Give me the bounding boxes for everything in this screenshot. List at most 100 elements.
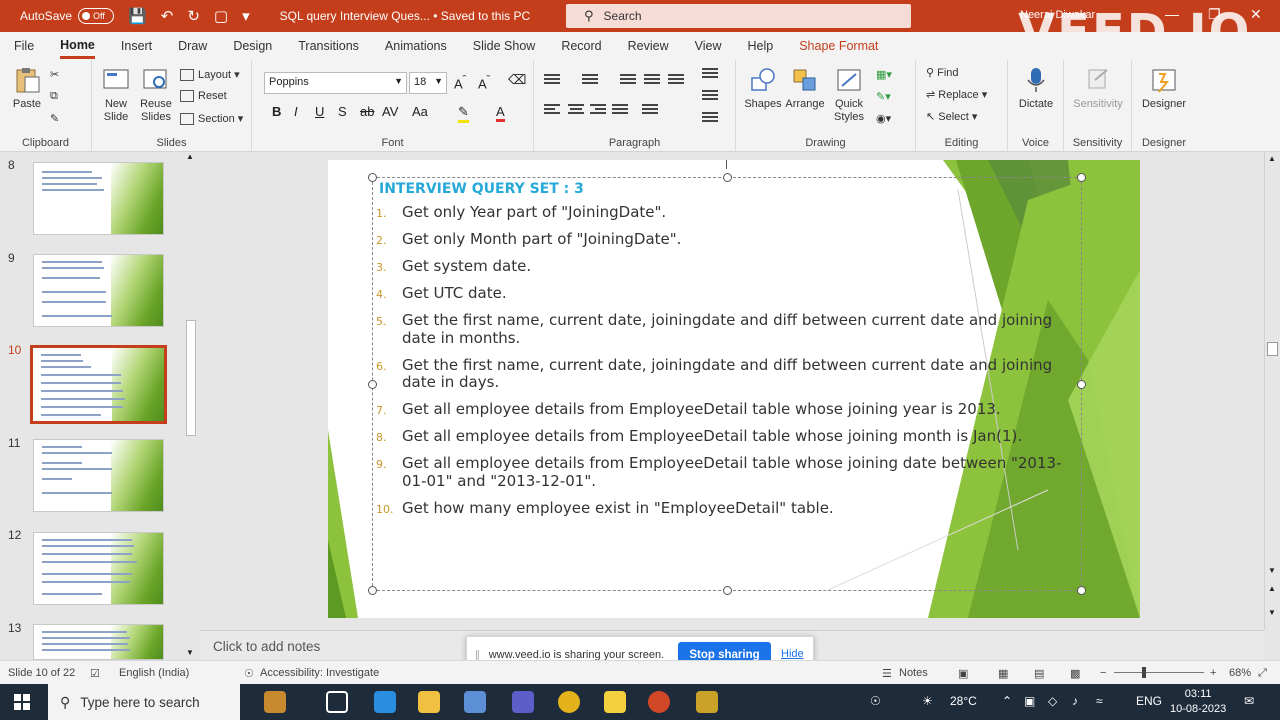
undo-icon[interactable]: ↶ — [161, 7, 174, 25]
columns-icon[interactable] — [642, 104, 658, 118]
tab-file[interactable]: File — [14, 35, 34, 57]
weather-icon[interactable]: ☀ — [922, 694, 933, 708]
list-item[interactable]: 4. Get UTC date. — [376, 284, 1066, 303]
tab-help[interactable]: Help — [747, 35, 773, 57]
replace-button[interactable]: ⇌ Replace ▾ — [926, 88, 987, 102]
align-center-icon[interactable] — [568, 104, 584, 118]
cut-icon[interactable]: ✂ — [50, 68, 59, 81]
tab-animations[interactable]: Animations — [385, 35, 447, 57]
slide-sorter-icon[interactable]: ▦ — [998, 667, 1008, 680]
zoom-slider[interactable] — [1114, 672, 1204, 673]
font-name-select[interactable]: Poppins ▼ — [264, 72, 407, 94]
sql-server-icon[interactable] — [464, 691, 486, 713]
next-slide-icon[interactable]: ▼ — [1268, 608, 1276, 617]
shape-fill-icon[interactable]: ▦▾ — [876, 68, 892, 81]
scroll-down-icon[interactable]: ▼ — [1268, 566, 1276, 575]
tab-record[interactable]: Record — [561, 35, 601, 57]
notifications-icon[interactable]: ✉ — [1244, 694, 1254, 708]
teams-icon[interactable] — [512, 691, 534, 713]
copy-icon[interactable]: ⧉ — [50, 90, 58, 103]
slide-thumbnail-12[interactable] — [33, 532, 164, 605]
shrink-font-icon[interactable]: Aˇ — [478, 74, 490, 91]
tab-design[interactable]: Design — [233, 35, 272, 57]
slide-thumbnail-8[interactable] — [33, 162, 164, 235]
reuse-slides-button[interactable]: Reuse Slides — [138, 66, 174, 124]
tab-shape-format[interactable]: Shape Format — [799, 35, 878, 57]
show-hidden-icons-icon[interactable]: ⌃ — [1002, 694, 1012, 708]
scroll-down-icon[interactable]: ▼ — [186, 648, 194, 657]
scroll-up-icon[interactable]: ▲ — [1268, 154, 1276, 163]
notes-placeholder[interactable]: Click to add notes — [213, 639, 320, 654]
scroll-up-icon[interactable]: ▲ — [186, 152, 194, 161]
tab-insert[interactable]: Insert — [121, 35, 152, 57]
italic-icon[interactable]: I — [294, 104, 298, 119]
find-button[interactable]: ⚲ Find — [926, 66, 959, 80]
autosave-toggle[interactable]: Off — [78, 8, 115, 24]
resize-handle-top-right[interactable] — [1077, 173, 1086, 182]
briefcase-icon[interactable] — [264, 691, 286, 713]
format-painter-icon[interactable]: ✎ — [50, 112, 59, 125]
hide-link[interactable]: Hide — [781, 648, 804, 660]
list-item[interactable]: 9. Get all employee details from Employee… — [376, 454, 1066, 490]
vscode-icon[interactable] — [374, 691, 396, 713]
zoom-level[interactable]: 68% — [1229, 667, 1251, 679]
clear-formatting-icon[interactable]: ⌫ — [508, 72, 526, 88]
accessibility-status[interactable]: Accessibility: Investigate — [260, 667, 379, 679]
resize-handle-top[interactable] — [723, 173, 732, 182]
list-item[interactable]: 6. Get the first name, current date, join… — [376, 356, 1066, 392]
shape-outline-icon[interactable]: ✎▾ — [876, 90, 891, 103]
shape-effects-icon[interactable]: ◉▾ — [876, 112, 891, 125]
reading-view-icon[interactable]: ▤ — [1034, 667, 1044, 680]
font-size-select[interactable]: 18 ▼ — [409, 72, 447, 94]
align-text-icon[interactable] — [702, 90, 718, 104]
document-title[interactable]: SQL query Interview Ques... • Saved to t… — [280, 9, 531, 23]
arrange-button[interactable]: Arrange — [784, 66, 826, 111]
task-view-icon[interactable] — [326, 691, 348, 713]
restore-icon[interactable]: ❐ — [1208, 6, 1221, 23]
list-item[interactable]: 10. Get how many employee exist in "Emplo… — [376, 499, 1066, 518]
slide-thumbnail-9[interactable] — [33, 254, 164, 327]
quick-styles-button[interactable]: Quick Styles — [828, 66, 870, 124]
notes-toggle-icon[interactable]: ☰ — [882, 667, 892, 680]
save-icon[interactable]: 💾 — [128, 7, 147, 25]
taskbar-search-box[interactable]: ⚲ Type here to search — [48, 684, 240, 720]
wifi-icon[interactable]: ≈ — [1096, 694, 1103, 708]
grow-font-icon[interactable]: Aˆ — [454, 74, 466, 91]
list-item[interactable]: 3. Get system date. — [376, 257, 1066, 276]
text-direction-icon[interactable] — [702, 68, 718, 82]
zoom-out-icon[interactable]: − — [1100, 667, 1106, 679]
notes-toggle-label[interactable]: Notes — [899, 667, 928, 679]
zoom-in-icon[interactable]: + — [1210, 667, 1216, 679]
current-slide[interactable]: INTERVIEW QUERY SET : 3 1. Get only Year … — [328, 160, 1140, 618]
list-item[interactable]: 7. Get all employee details from Employee… — [376, 400, 1066, 419]
file-explorer-icon[interactable] — [418, 691, 440, 713]
bullets-icon[interactable] — [544, 74, 560, 88]
sticky-notes-icon[interactable] — [604, 691, 626, 713]
accessibility-icon[interactable]: ☉ — [244, 667, 254, 680]
scrollbar-thumb[interactable] — [186, 320, 196, 436]
paste-button[interactable]: Paste — [8, 66, 46, 111]
customize-qat-icon[interactable]: ▾ — [242, 7, 250, 25]
fit-to-window-icon[interactable]: ⤢ — [1258, 667, 1267, 680]
question-list[interactable]: 1. Get only Year part of "JoiningDate". 2… — [376, 203, 1066, 527]
spellcheck-icon[interactable]: ☑ — [90, 667, 100, 680]
list-item[interactable]: 8. Get all employee details from Employee… — [376, 427, 1066, 446]
chrome-icon[interactable] — [558, 691, 580, 713]
language-status[interactable]: English (India) — [119, 667, 189, 679]
network-icon[interactable]: ◇ — [1048, 694, 1057, 708]
shadow-icon[interactable]: S — [338, 104, 347, 119]
justify-icon[interactable] — [612, 104, 628, 118]
decrease-indent-icon[interactable] — [620, 74, 636, 88]
meet-now-icon[interactable]: ▣ — [1024, 694, 1035, 708]
change-case-icon[interactable]: Aa — [412, 104, 428, 119]
underline-icon[interactable]: U — [315, 104, 324, 119]
windows-start-icon[interactable] — [14, 694, 30, 710]
align-right-icon[interactable] — [590, 104, 606, 118]
align-left-icon[interactable] — [544, 104, 560, 118]
highlight-icon[interactable]: ✎ — [458, 104, 469, 123]
slide-thumbnail-13[interactable] — [33, 624, 164, 660]
slide-thumbnail-10[interactable] — [30, 345, 167, 424]
smartart-icon[interactable] — [702, 112, 718, 126]
reset-button[interactable]: Reset — [180, 90, 227, 102]
system-clock[interactable]: 03:11 10-08-2023 — [1170, 687, 1226, 717]
